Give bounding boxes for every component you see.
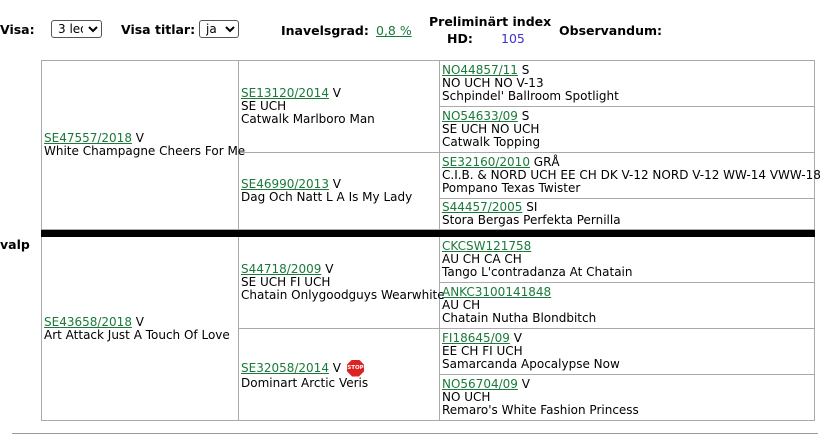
valp-label: valp — [0, 237, 30, 252]
visa-titlar-label: Visa titlar: — [121, 22, 196, 37]
generation-separator — [41, 229, 815, 237]
dam-dam-dam-reg-link[interactable]: NO56704/09 — [442, 377, 518, 391]
prelim-index-label: Preliminärt index — [429, 14, 552, 29]
sire-dam-sire-name: Pompano Texas Twister — [442, 181, 581, 195]
dam-dam-dam-cell: NO56704/09 V NO UCH Remaro's White Fashi… — [439, 374, 815, 421]
hd-label: HD: — [447, 31, 473, 46]
dam-dam-name: Dominart Arctic Veris — [241, 375, 369, 390]
sire-sire-sire-cell: NO44857/11 S NO UCH NO V-13 Schpindel' B… — [439, 60, 815, 107]
dam-dam-sire-name: Samarcanda Apocalypse Now — [442, 357, 620, 371]
sire-sire-sire-reg-link[interactable]: NO44857/11 — [442, 63, 518, 77]
dam-sire-reg-link[interactable]: S44718/2009 — [241, 262, 321, 276]
sire-sire-sire-sex: S — [521, 63, 530, 77]
sire-name: White Champagne Cheers For Me — [44, 144, 246, 158]
sire-sire-name: Catwalk Marlboro Man — [241, 112, 375, 126]
dam-dam-dam-name: Remaro's White Fashion Princess — [442, 403, 639, 417]
hd-value: 105 — [501, 31, 525, 46]
dam-sire-dam-name: Chatain Nutha Blondbitch — [442, 311, 597, 325]
sire-sire-cell: SE13120/2014 V SE UCH Catwalk Marlboro M… — [238, 60, 440, 153]
sire-dam-name: Dag Och Natt L A Is My Lady — [241, 190, 413, 204]
dam-dam-sire-cell: FI18645/09 V EE CH FI UCH Samarcanda Apo… — [439, 328, 815, 375]
stop-sign-icon[interactable]: STOP — [347, 359, 365, 377]
visa-select[interactable]: 3 led — [51, 20, 102, 38]
sire-dam-sex: V — [332, 177, 342, 191]
sire-sire-dam-sex: S — [521, 109, 530, 123]
dam-sire-name: Chatain Onlygoodguys Wearwhite — [241, 288, 445, 302]
sire-dam-dam-reg-link[interactable]: S44457/2005 — [442, 200, 522, 214]
dam-name: Art Attack Just A Touch Of Love — [44, 327, 230, 342]
dam-sire-sire-reg-link[interactable]: CKCSW121758 — [442, 239, 531, 253]
sire-dam-dam-name: Stora Bergas Perfekta Pernilla — [442, 213, 621, 227]
bottom-divider — [12, 433, 818, 434]
dam-sire-dam-reg-link[interactable]: ANKC3100141848 — [442, 285, 551, 299]
dam-cell: SE43658/2018 V Art Attack Just A Touch O… — [41, 236, 239, 421]
dam-sire-sire-cell: CKCSW121758 AU CH CA CH Tango L'contrada… — [439, 236, 815, 283]
sire-sex: V — [135, 131, 145, 145]
sire-dam-reg-link[interactable]: SE46990/2013 — [241, 177, 329, 191]
sire-cell: SE47557/2018 V White Champagne Cheers Fo… — [41, 60, 246, 230]
dam-sex: V — [135, 314, 145, 329]
dam-sire-cell: S44718/2009 V SE UCH FI UCH Chatain Only… — [238, 236, 445, 329]
sire-sire-sire-name: Schpindel' Ballroom Spotlight — [442, 89, 619, 103]
dam-dam-reg-link[interactable]: SE32058/2014 — [241, 361, 329, 375]
visa-label: Visa: — [0, 22, 35, 37]
dam-dam-dam-sex: V — [521, 377, 530, 391]
inavelsgrad-label: Inavelsgrad: — [281, 23, 369, 38]
sire-dam-sire-reg-link[interactable]: SE32160/2010 — [442, 155, 530, 169]
sire-dam-sire-sex: GRÅ — [533, 155, 560, 169]
dam-sire-dam-cell: ANKC3100141848 AU CH Chatain Nutha Blond… — [439, 282, 815, 329]
dam-dam-sire-reg-link[interactable]: FI18645/09 — [442, 331, 510, 345]
sire-sire-dam-reg-link[interactable]: NO54633/09 — [442, 109, 518, 123]
dam-dam-cell: SE32058/2014 V STOP Dominart Arctic Veris — [238, 328, 440, 421]
visa-titlar-select[interactable]: ja — [199, 20, 239, 38]
sire-dam-cell: SE46990/2013 V Dag Och Natt L A Is My La… — [238, 152, 440, 230]
dam-dam-sire-sex: V — [513, 331, 522, 345]
sire-sire-reg-link[interactable]: SE13120/2014 — [241, 86, 329, 100]
dam-sire-sire-name: Tango L'contradanza At Chatain — [442, 265, 633, 279]
sire-sire-dam-cell: NO54633/09 S SE UCH NO UCH Catwalk Toppi… — [439, 106, 815, 153]
inavelsgrad-link[interactable]: 0,8 % — [376, 23, 412, 38]
dam-sire-sex: V — [325, 262, 334, 276]
sire-sire-dam-name: Catwalk Topping — [442, 135, 541, 149]
sire-dam-dam-cell: S44457/2005 SI Stora Bergas Perfekta Per… — [439, 198, 815, 230]
sire-dam-sire-cell: SE32160/2010 GRÅ C.I.B. & NORD UCH EE CH… — [439, 152, 821, 199]
sire-sire-sex: V — [332, 86, 342, 100]
pedigree-table: SE47557/2018 V White Champagne Cheers Fo… — [41, 60, 821, 421]
sire-reg-link[interactable]: SE47557/2018 — [44, 131, 132, 145]
observandum-label: Observandum: — [559, 23, 663, 38]
sire-dam-dam-sex: SI — [526, 200, 538, 214]
dam-dam-sex: V — [332, 360, 342, 375]
dam-reg-link[interactable]: SE43658/2018 — [44, 315, 132, 329]
